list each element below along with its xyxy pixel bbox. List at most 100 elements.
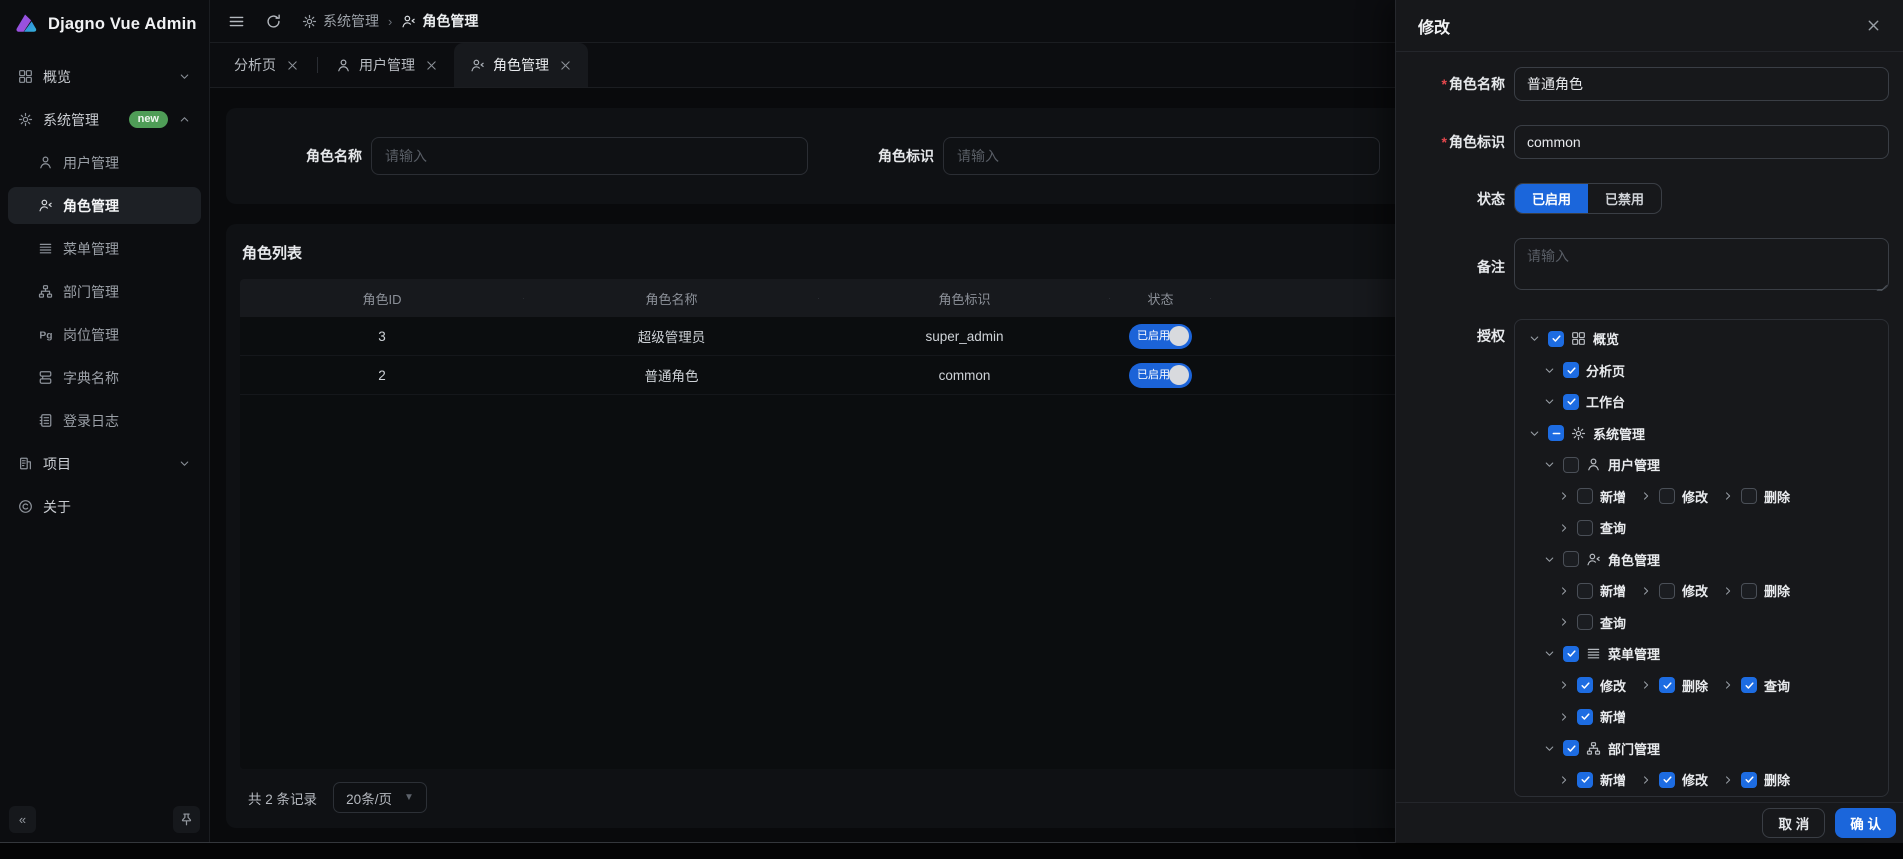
tree-node-label[interactable]: 修改 — [1682, 487, 1708, 506]
chevron-down-icon[interactable] — [1543, 364, 1556, 377]
checkbox[interactable] — [1577, 677, 1593, 693]
chevron-right-icon[interactable] — [1722, 490, 1734, 502]
checkbox[interactable] — [1563, 551, 1579, 567]
tree-node-label[interactable]: 概览 — [1593, 329, 1619, 348]
tree-node-label[interactable]: 角色管理 — [1608, 550, 1660, 569]
sidebar-item-depts[interactable]: 部门管理 — [8, 273, 201, 310]
checkbox[interactable] — [1548, 425, 1564, 441]
tree-node-label[interactable]: 查询 — [1764, 676, 1790, 695]
checkbox[interactable] — [1659, 583, 1675, 599]
chevron-right-icon[interactable] — [1722, 585, 1734, 597]
tree-node-label[interactable]: 用户管理 — [1608, 455, 1660, 474]
chevron-right-icon[interactable] — [1558, 774, 1570, 786]
remark-textarea[interactable] — [1514, 238, 1889, 290]
close-icon[interactable] — [1866, 18, 1881, 33]
tree-node-label[interactable]: 查询 — [1600, 518, 1626, 537]
chevron-down-icon[interactable] — [1528, 427, 1541, 440]
cancel-button[interactable]: 取 消 — [1762, 808, 1825, 838]
checkbox[interactable] — [1563, 740, 1579, 756]
role-name-input[interactable] — [1514, 67, 1889, 101]
refresh-icon[interactable] — [265, 13, 282, 30]
tree-node-label[interactable]: 新增 — [1600, 770, 1626, 789]
chevron-right-icon[interactable] — [1558, 585, 1570, 597]
breadcrumb-item-system[interactable]: 系统管理 — [302, 11, 379, 31]
tab-users[interactable]: 用户管理 — [320, 43, 454, 87]
chevron-down-icon[interactable] — [1543, 395, 1556, 408]
chevron-down-icon[interactable] — [1543, 647, 1556, 660]
checkbox[interactable] — [1563, 457, 1579, 473]
status-toggle[interactable]: 已启用 — [1129, 363, 1192, 388]
chevron-right-icon[interactable] — [1558, 679, 1570, 691]
checkbox[interactable] — [1659, 772, 1675, 788]
checkbox[interactable] — [1563, 362, 1579, 378]
close-icon[interactable] — [559, 59, 572, 72]
checkbox[interactable] — [1577, 488, 1593, 504]
chevron-right-icon[interactable] — [1722, 774, 1734, 786]
tree-node-label[interactable]: 修改 — [1682, 581, 1708, 600]
chevron-right-icon[interactable] — [1558, 711, 1570, 723]
chevron-right-icon[interactable] — [1558, 616, 1570, 628]
chevron-down-icon[interactable] — [1543, 553, 1556, 566]
sidebar-item-menus[interactable]: 菜单管理 — [8, 230, 201, 267]
sidebar-item-overview[interactable]: 概览 — [8, 58, 201, 95]
confirm-button[interactable]: 确 认 — [1835, 808, 1896, 838]
sidebar-item-posts[interactable]: Pg岗位管理 — [8, 316, 201, 353]
checkbox[interactable] — [1659, 677, 1675, 693]
checkbox[interactable] — [1741, 583, 1757, 599]
chevron-right-icon[interactable] — [1640, 774, 1652, 786]
checkbox[interactable] — [1563, 394, 1579, 410]
checkbox[interactable] — [1741, 488, 1757, 504]
tree-node-label[interactable]: 分析页 — [1586, 361, 1625, 380]
tree-node-label[interactable]: 查询 — [1600, 613, 1626, 632]
close-icon[interactable] — [286, 59, 299, 72]
chevron-right-icon[interactable] — [1558, 522, 1570, 534]
tree-node-label[interactable]: 部门管理 — [1608, 739, 1660, 758]
status-disabled-button[interactable]: 已禁用 — [1588, 184, 1661, 213]
chevron-down-icon[interactable] — [1543, 742, 1556, 755]
tree-node-label[interactable]: 删除 — [1764, 770, 1790, 789]
tree-node-label[interactable]: 删除 — [1764, 487, 1790, 506]
checkbox[interactable] — [1741, 677, 1757, 693]
tree-node-label[interactable]: 新增 — [1600, 707, 1626, 726]
chevron-right-icon[interactable] — [1722, 679, 1734, 691]
chevron-down-icon[interactable] — [1543, 458, 1556, 471]
checkbox[interactable] — [1659, 488, 1675, 504]
pin-sidebar-button[interactable] — [173, 806, 200, 833]
page-size-select[interactable]: 20条/页 ▼ — [333, 782, 427, 813]
sidebar-item-logs[interactable]: 登录日志 — [8, 402, 201, 439]
sidebar-item-project[interactable]: 项目 — [8, 445, 201, 482]
status-enabled-button[interactable]: 已启用 — [1515, 184, 1588, 213]
tree-node-label[interactable]: 工作台 — [1586, 392, 1625, 411]
sidebar-item-roles[interactable]: 角色管理 — [8, 187, 201, 224]
tree-node-label[interactable]: 菜单管理 — [1608, 644, 1660, 663]
checkbox[interactable] — [1577, 614, 1593, 630]
chevron-right-icon[interactable] — [1640, 679, 1652, 691]
tree-node-label[interactable]: 修改 — [1600, 676, 1626, 695]
tab-roles[interactable]: 角色管理 — [454, 43, 588, 87]
checkbox[interactable] — [1577, 709, 1593, 725]
hamburger-menu-icon[interactable] — [228, 13, 245, 30]
tree-node-label[interactable]: 删除 — [1682, 676, 1708, 695]
tree-node-label[interactable]: 删除 — [1764, 581, 1790, 600]
status-toggle[interactable]: 已启用 — [1129, 324, 1192, 349]
checkbox[interactable] — [1577, 583, 1593, 599]
chevron-right-icon[interactable] — [1640, 490, 1652, 502]
tree-node-label[interactable]: 修改 — [1682, 770, 1708, 789]
tree-node-label[interactable]: 新增 — [1600, 487, 1626, 506]
collapse-sidebar-button[interactable]: « — [9, 806, 36, 833]
checkbox[interactable] — [1577, 772, 1593, 788]
tree-node-label[interactable]: 新增 — [1600, 581, 1626, 600]
tab-analysis[interactable]: 分析页 — [218, 43, 315, 87]
checkbox[interactable] — [1563, 646, 1579, 662]
checkbox[interactable] — [1741, 772, 1757, 788]
tree-node-label[interactable]: 系统管理 — [1593, 424, 1645, 443]
role-code-input[interactable] — [1514, 125, 1889, 159]
role-code-input[interactable] — [943, 137, 1380, 175]
sidebar-item-about[interactable]: 关于 — [8, 488, 201, 525]
chevron-down-icon[interactable] — [1528, 332, 1541, 345]
role-name-input[interactable] — [371, 137, 808, 175]
close-icon[interactable] — [425, 59, 438, 72]
checkbox[interactable] — [1577, 520, 1593, 536]
sidebar-item-system[interactable]: 系统管理new — [8, 101, 201, 138]
sidebar-item-users[interactable]: 用户管理 — [8, 144, 201, 181]
